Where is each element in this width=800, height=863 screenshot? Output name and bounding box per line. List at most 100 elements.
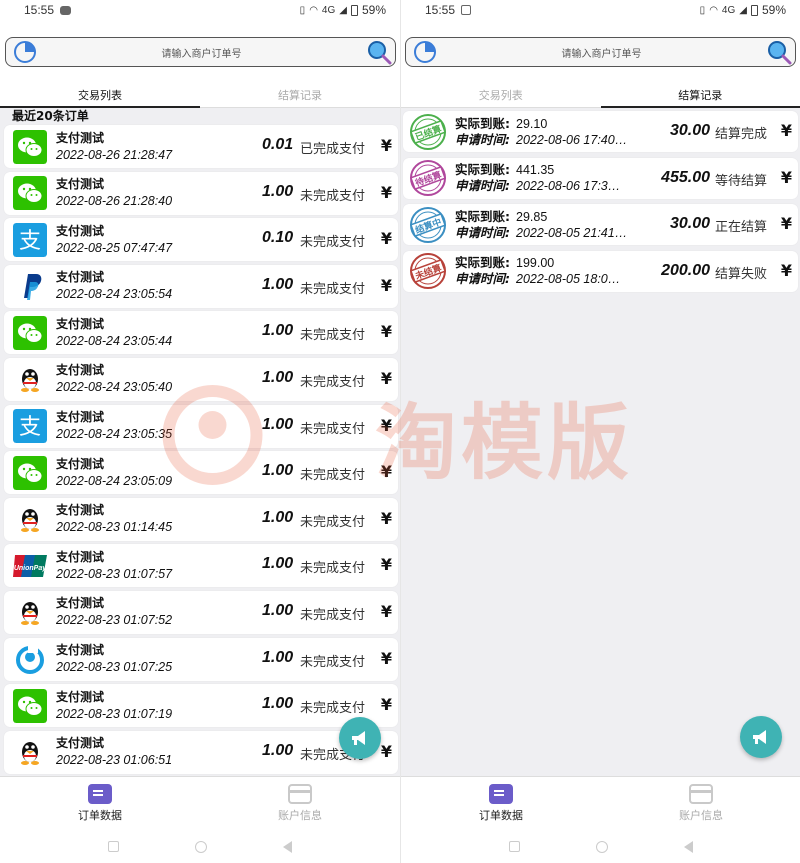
announcement-button[interactable] (740, 716, 782, 758)
search-icon[interactable] (365, 38, 393, 66)
order-row[interactable]: 支支付测试 2022-08-24 23:05:35 1.00 未完成支付 ¥ (4, 404, 398, 448)
nav-account[interactable]: 账户信息 (200, 777, 400, 830)
home-icon[interactable] (596, 840, 608, 853)
wifi-icon: ◠ (709, 4, 718, 16)
nav-orders[interactable]: 订单数据 (401, 777, 601, 830)
order-text: 支付测试 2022-08-23 01:06:51 (56, 735, 201, 769)
nfc-icon: ▯ (299, 4, 306, 16)
left-screen: 15:55 ▯ ◠ 4G ◢ 59% 请输入商户订单号 交易列表 结算记录 最近… (0, 0, 400, 863)
settlement-row[interactable]: 待结算 实际到账: 441.35 申请时间: 2022-08-06 17:3… 455.0… (403, 157, 798, 199)
order-row[interactable]: UnionPay 支付测试 2022-08-23 01:07:57 1.00 未完成支付… (4, 544, 398, 588)
announcement-button[interactable] (339, 717, 381, 759)
pie-chart-icon[interactable] (412, 39, 438, 65)
tab-settlements-label: 结算记录 (278, 89, 322, 102)
tab-transactions-label: 交易列表 (478, 89, 523, 102)
pie-chart-icon[interactable] (12, 39, 38, 65)
order-time: 2022-08-23 01:07:19 (56, 706, 173, 721)
order-amount: 1.00 (262, 695, 294, 713)
order-name: 支付测试 (56, 363, 105, 378)
order-row[interactable]: 支付测试 2022-08-24 23:05:54 1.00 未完成支付 ¥ (4, 264, 398, 308)
order-text: 支付测试 2022-08-23 01:07:19 (56, 689, 201, 723)
order-list: 支付测试 2022-08-26 21:28:47 0.01 已完成支付 ¥ 支付测试 202… (4, 125, 398, 777)
order-name: 支付测试 (56, 503, 105, 518)
settlement-status: 等待结算 (715, 173, 768, 189)
settlement-row[interactable]: 结算中 实际到账: 29.85 申请时间: 2022-08-05 21:41… 30.00… (403, 204, 798, 245)
search-input[interactable]: 请输入商户订单号 (438, 45, 765, 60)
order-status: 未完成支付 (300, 654, 366, 670)
section-title: 最近20条订单 (12, 109, 89, 123)
back-icon[interactable] (684, 840, 693, 853)
actual-amount: 29.85 (516, 209, 548, 224)
tab-transactions[interactable]: 交易列表 (401, 84, 601, 108)
droplet-icon (13, 642, 47, 677)
search-input[interactable]: 请输入商户订单号 (38, 45, 365, 60)
orders-icon (88, 784, 112, 804)
order-row[interactable]: 支付测试 2022-08-24 23:05:09 1.00 未完成支付 ¥ (4, 451, 398, 495)
tab-transactions[interactable]: 交易列表 (0, 84, 200, 108)
wechat-icon (13, 176, 47, 211)
tab-settlements[interactable]: 结算记录 (600, 84, 800, 108)
order-name: 支付测试 (56, 456, 105, 471)
megaphone-icon (352, 731, 365, 745)
order-amount: 1.00 (262, 322, 294, 340)
order-row[interactable]: 支付测试 2022-08-23 01:07:52 1.00 未完成支付 ¥ (4, 590, 398, 634)
order-row[interactable]: 支付测试 2022-08-24 23:05:44 1.00 未完成支付 ¥ (4, 311, 398, 355)
order-name: 支付测试 (56, 177, 105, 192)
order-status: 未完成支付 (300, 561, 366, 577)
currency-symbol: ¥ (380, 601, 392, 621)
battery-icon (750, 4, 758, 16)
order-status: 未完成支付 (300, 468, 366, 484)
settlement-text: 实际到账: 29.85 申请时间: 2022-08-05 21:41… (455, 209, 661, 241)
nav-orders-label: 订单数据 (78, 809, 122, 822)
recent-apps-icon[interactable] (509, 841, 520, 852)
order-status: 未完成支付 (300, 514, 366, 530)
status-icons: ▯ ◠ 4G ◢ 59% (300, 3, 386, 17)
order-row[interactable]: 支付测试 2022-08-24 23:05:40 1.00 未完成支付 ¥ (4, 357, 398, 401)
search-bar[interactable]: 请输入商户订单号 (5, 37, 396, 67)
order-text: 支付测试 2022-08-23 01:07:25 (56, 642, 201, 676)
order-status: 未完成支付 (300, 607, 366, 623)
order-row[interactable]: 支支付测试 2022-08-25 07:47:47 0.10 未完成支付 ¥ (4, 218, 398, 262)
order-row[interactable]: 支付测试 2022-08-23 01:14:45 1.00 未完成支付 ¥ (4, 497, 398, 541)
order-status: 未完成支付 (300, 374, 366, 390)
currency-symbol: ¥ (380, 415, 392, 435)
currency-symbol: ¥ (780, 214, 792, 233)
order-name: 支付测试 (56, 316, 105, 331)
tab-settlements[interactable]: 结算记录 (200, 84, 400, 108)
recent-apps-icon[interactable] (108, 841, 119, 852)
nav-orders[interactable]: 订单数据 (0, 777, 200, 830)
order-row[interactable]: 支付测试 2022-08-23 01:07:25 1.00 未完成支付 ¥ (4, 637, 398, 681)
settlement-amount: 200.00 (661, 261, 710, 279)
system-nav-bar (0, 830, 400, 863)
order-row[interactable]: 支付测试 2022-08-26 21:28:40 1.00 未完成支付 ¥ (4, 171, 398, 215)
nav-account-label: 账户信息 (679, 809, 723, 822)
orders-icon (489, 784, 513, 804)
order-amount: 0.01 (262, 136, 294, 153)
settlement-status: 结算失败 (715, 266, 768, 282)
settlement-row[interactable]: 已结算 实际到账: 29.10 申请时间: 2022-08-06 17:40… 30.00… (403, 111, 798, 152)
settlement-row[interactable]: 未结算 实际到账: 199.00 申请时间: 2022-08-05 18:0… 200.0… (403, 250, 798, 292)
order-row[interactable]: 支付测试 2022-08-23 01:07:19 1.00 未完成支付 ¥ (4, 684, 398, 728)
back-icon[interactable] (283, 840, 292, 853)
settlement-text: 实际到账: 29.10 申请时间: 2022-08-06 17:40… (455, 116, 661, 148)
svg-text:支: 支 (19, 229, 41, 254)
order-amount: 1.00 (262, 601, 294, 619)
order-time: 2022-08-24 23:05:44 (56, 333, 173, 348)
card-icon (689, 784, 713, 804)
order-name: 支付测试 (56, 130, 105, 145)
search-bar[interactable]: 请输入商户订单号 (405, 37, 796, 67)
battery-percent: 59% (361, 3, 386, 17)
image-icon (461, 5, 472, 15)
order-status: 未完成支付 (300, 701, 366, 717)
home-icon[interactable] (195, 840, 207, 853)
search-icon[interactable] (765, 38, 793, 66)
apply-time: 2022-08-06 17:40… (516, 132, 628, 147)
order-status: 未完成支付 (300, 281, 366, 297)
order-time: 2022-08-24 23:05:40 (56, 380, 173, 395)
wifi-icon: ◠ (309, 4, 318, 16)
signal-icon: ◢ (339, 4, 347, 16)
settlement-stamp-icon: 待结算 (409, 159, 447, 197)
currency-symbol: ¥ (380, 182, 392, 202)
nav-account[interactable]: 账户信息 (601, 777, 800, 830)
order-row[interactable]: 支付测试 2022-08-26 21:28:47 0.01 已完成支付 ¥ (4, 125, 398, 168)
